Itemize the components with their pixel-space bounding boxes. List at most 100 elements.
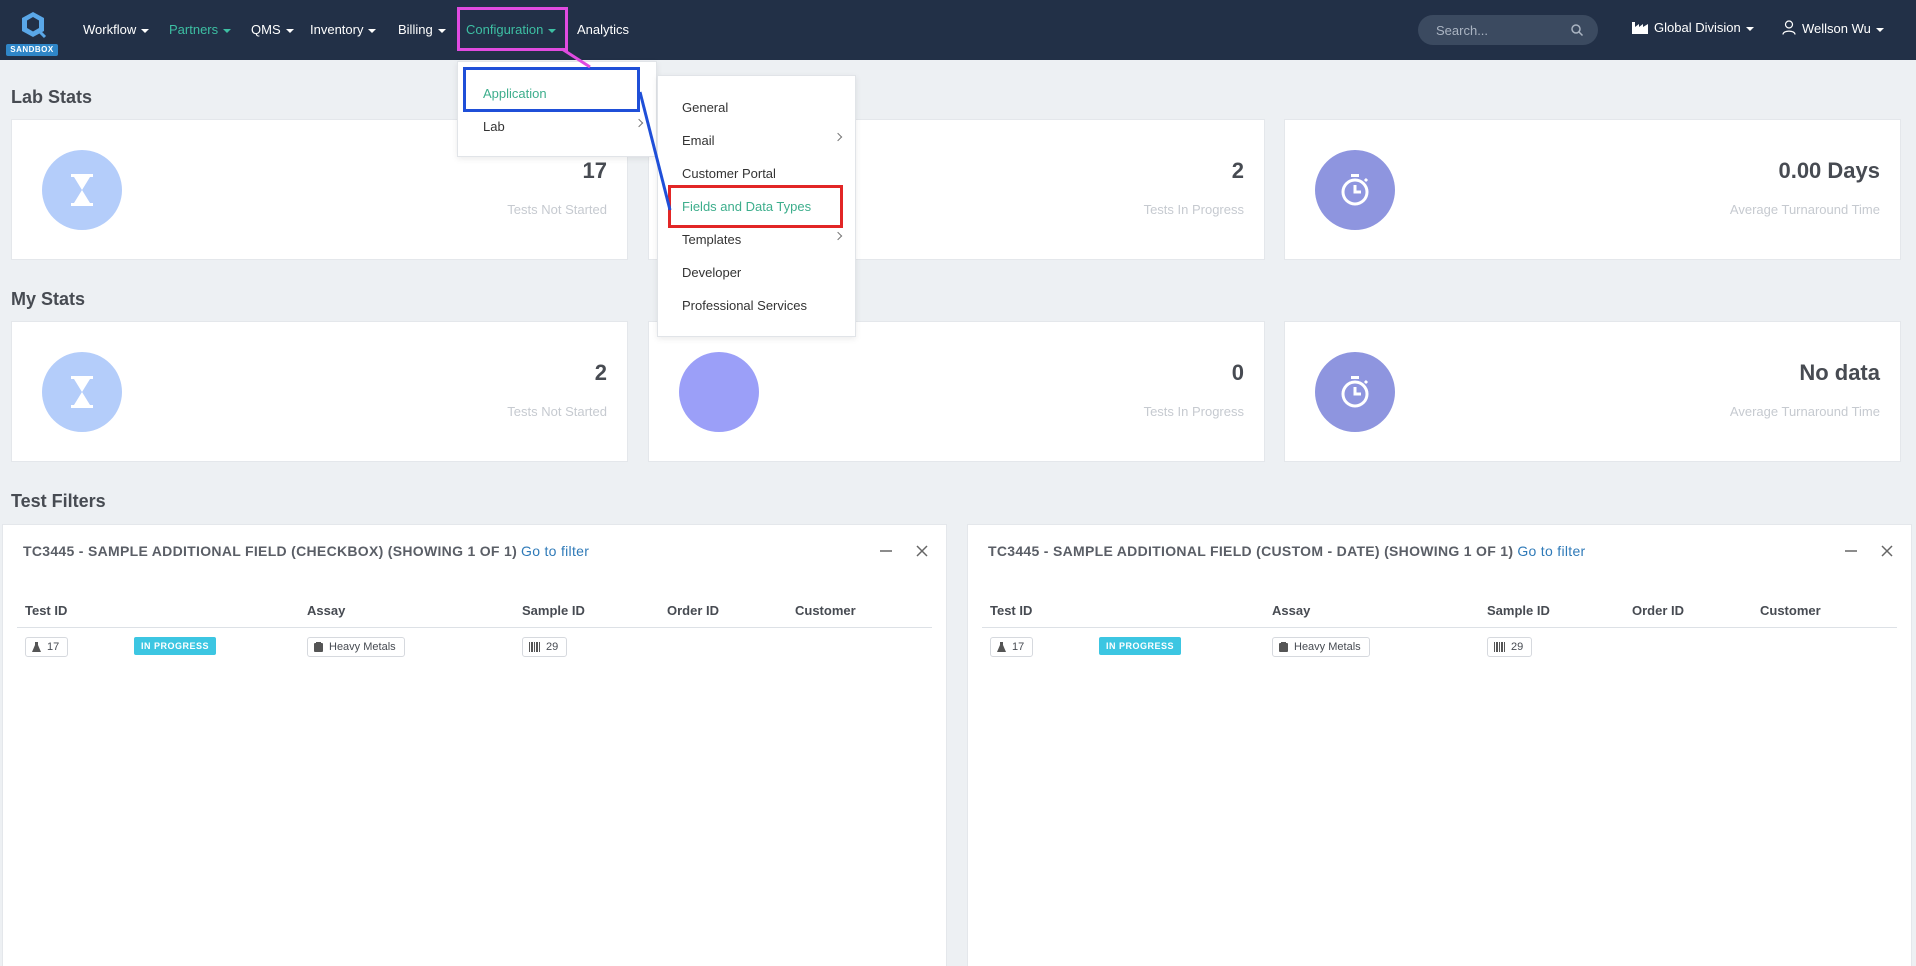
filter-panel-checkbox: TC3445 - SAMPLE ADDITIONAL FIELD (CHECKB…: [2, 524, 947, 966]
close-icon[interactable]: [1879, 543, 1895, 559]
caret-down-icon: [548, 28, 557, 33]
chevron-right-icon: [634, 118, 644, 128]
menu-item-templates[interactable]: Templates: [682, 232, 741, 247]
stat-label: Tests In Progress: [1143, 202, 1244, 217]
stat-label: Average Turnaround Time: [1729, 202, 1880, 217]
sample-id-chip[interactable]: 29: [1487, 637, 1533, 657]
division-label: Global Division: [1654, 20, 1741, 35]
user-name: Wellson Wu: [1802, 21, 1871, 36]
search-icon[interactable]: [1570, 23, 1584, 37]
test-id-value: 17: [1012, 641, 1025, 653]
barcode-icon: [529, 642, 540, 652]
column-header-order-id[interactable]: Order ID: [667, 603, 719, 618]
column-header-order-id[interactable]: Order ID: [1632, 603, 1684, 618]
stopwatch-icon: [1341, 174, 1369, 206]
menu-item-fields-and-data-types[interactable]: Fields and Data Types: [682, 199, 811, 214]
application-submenu: General Email Customer Portal Fields and…: [657, 75, 856, 337]
menu-item-professional-services[interactable]: Professional Services: [682, 298, 807, 313]
division-selector[interactable]: Global Division: [1632, 20, 1754, 35]
stat-label: Average Turnaround Time: [1729, 404, 1880, 419]
test-id-chip[interactable]: 17: [990, 637, 1034, 657]
stat-value: 2: [1231, 158, 1244, 183]
go-to-filter-link[interactable]: Go to filter: [1517, 543, 1585, 559]
my-stat-card-not-started: 2 Tests Not Started: [11, 321, 628, 462]
menu-item-email[interactable]: Email: [682, 133, 715, 148]
column-header-sample-id[interactable]: Sample ID: [522, 603, 585, 618]
sandbox-badge: SANDBOX: [6, 44, 58, 56]
menu-item-customer-portal[interactable]: Customer Portal: [682, 166, 776, 181]
stat-icon-circle: [679, 352, 759, 432]
nav-partners[interactable]: Partners: [169, 20, 232, 40]
column-header-customer[interactable]: Customer: [795, 603, 856, 618]
stat-icon-circle: [1315, 352, 1395, 432]
minimize-icon[interactable]: [1843, 543, 1859, 559]
caret-down-icon: [223, 28, 232, 33]
test-id-chip[interactable]: 17: [25, 637, 69, 657]
nav-analytics-label: Analytics: [577, 22, 630, 37]
nav-billing[interactable]: Billing: [398, 20, 446, 40]
menu-item-developer[interactable]: Developer: [682, 265, 741, 280]
minimize-icon[interactable]: [878, 543, 894, 559]
stopwatch-icon: [1341, 376, 1369, 408]
caret-down-icon: [285, 28, 294, 33]
filter-panel-custom-date: TC3445 - SAMPLE ADDITIONAL FIELD (CUSTOM…: [967, 524, 1912, 966]
assay-icon: [314, 642, 323, 652]
user-icon: [1782, 20, 1796, 35]
column-header-test-id[interactable]: Test ID: [990, 603, 1032, 618]
configuration-dropdown: Application Lab: [457, 61, 657, 157]
my-stat-card-turnaround: No data Average Turnaround Time: [1284, 321, 1901, 462]
menu-item-lab[interactable]: Lab: [483, 119, 505, 134]
stat-value: 17: [582, 158, 607, 183]
caret-down-icon: [141, 28, 150, 33]
flask-icon: [32, 642, 41, 652]
lab-stat-card-turnaround: 0.00 Days Average Turnaround Time: [1284, 119, 1901, 260]
nav-qms-label: QMS: [251, 22, 281, 37]
menu-item-application[interactable]: Application: [483, 86, 547, 101]
nav-workflow[interactable]: Workflow: [83, 20, 150, 40]
my-stat-card-in-progress: 0 Tests In Progress: [648, 321, 1265, 462]
lab-stats-title: Lab Stats: [11, 87, 93, 107]
user-menu[interactable]: Wellson Wu: [1782, 20, 1884, 36]
header-divider: [982, 627, 1897, 628]
sample-id-chip[interactable]: 29: [522, 637, 568, 657]
status-badge: IN PROGRESS: [134, 637, 217, 655]
sample-id-value: 29: [1511, 641, 1524, 653]
stat-icon-circle: [42, 150, 122, 230]
column-header-customer[interactable]: Customer: [1760, 603, 1821, 618]
flask-icon: [997, 642, 1006, 652]
assay-chip[interactable]: Heavy Metals: [307, 637, 405, 657]
header-divider: [17, 627, 932, 628]
assay-icon: [1279, 642, 1288, 652]
stat-value: 0: [1231, 360, 1244, 385]
nav-partners-label: Partners: [169, 22, 219, 37]
column-header-assay[interactable]: Assay: [1272, 603, 1310, 618]
nav-qms[interactable]: QMS: [251, 20, 294, 40]
hourglass-icon: [71, 376, 93, 408]
sample-id-value: 29: [546, 641, 559, 653]
caret-down-icon: [368, 28, 377, 33]
nav-analytics[interactable]: Analytics: [577, 20, 629, 40]
close-icon[interactable]: [914, 543, 930, 559]
nav-billing-label: Billing: [398, 22, 433, 37]
assay-chip[interactable]: Heavy Metals: [1272, 637, 1370, 657]
status-badge: IN PROGRESS: [1099, 637, 1182, 655]
my-stats-title: My Stats: [11, 289, 86, 309]
column-header-assay[interactable]: Assay: [307, 603, 345, 618]
caret-down-icon: [437, 28, 446, 33]
app-logo[interactable]: SANDBOX: [6, 8, 58, 56]
barcode-icon: [1494, 642, 1505, 652]
nav-inventory[interactable]: Inventory: [310, 20, 377, 40]
test-filters-title: Test Filters: [11, 491, 106, 511]
stat-label: Tests In Progress: [1143, 404, 1244, 419]
nav-configuration[interactable]: Configuration: [466, 20, 557, 40]
column-header-test-id[interactable]: Test ID: [25, 603, 67, 618]
nav-inventory-label: Inventory: [310, 22, 364, 37]
menu-item-general[interactable]: General: [682, 100, 728, 115]
stat-icon-circle: [42, 352, 122, 432]
assay-value: Heavy Metals: [1294, 641, 1361, 653]
search-input[interactable]: [1436, 21, 1566, 39]
go-to-filter-link[interactable]: Go to filter: [521, 543, 589, 559]
stat-value: No data: [1799, 360, 1880, 385]
column-header-sample-id[interactable]: Sample ID: [1487, 603, 1550, 618]
stat-value: 0.00 Days: [1778, 158, 1880, 183]
